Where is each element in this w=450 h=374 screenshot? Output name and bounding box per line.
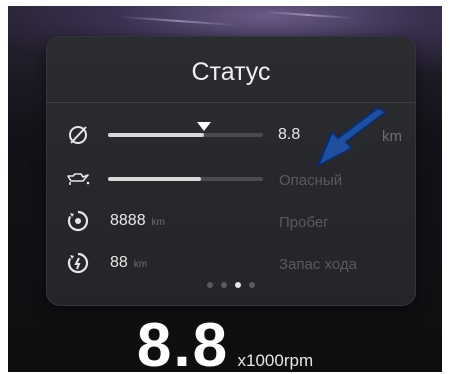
page-indicator[interactable] xyxy=(46,282,416,288)
oil-level-fill xyxy=(108,177,201,181)
rpm-value: 8.8 xyxy=(136,311,230,372)
rpm-readout: 8.8 x1000rpm xyxy=(8,310,442,372)
range-icon xyxy=(64,250,92,276)
fuel-consumption-bar xyxy=(108,122,263,137)
fuel-consumption-icon xyxy=(64,122,92,148)
odometer-value-group: 8888 km xyxy=(110,212,165,230)
title-divider xyxy=(46,102,416,103)
oil-status-label: Опасный xyxy=(279,172,343,189)
oil-level-bar xyxy=(108,177,263,181)
page-dot[interactable] xyxy=(235,282,241,288)
odometer-icon xyxy=(64,208,92,234)
annotation-arrow-icon xyxy=(317,107,387,167)
odometer-label: Пробег xyxy=(279,214,329,231)
fuel-consumption-pointer xyxy=(197,122,212,131)
page-dot[interactable] xyxy=(207,282,213,288)
oil-lamp-icon xyxy=(64,166,92,192)
range-value: 88 xyxy=(110,254,128,271)
odometer-unit: km xyxy=(151,217,165,228)
page-dot[interactable] xyxy=(221,282,227,288)
fuel-consumption-value: 8.8 xyxy=(278,126,301,143)
odometer-value: 8888 xyxy=(110,212,146,229)
rpm-unit: x1000rpm xyxy=(237,351,314,370)
page-dot[interactable] xyxy=(249,282,255,288)
range-row: 88 km Запас хода xyxy=(46,248,416,278)
instrument-cluster-screen: Статус 8.8 km Опасный 8888 km Пробег 88 … xyxy=(8,6,442,372)
range-value-group: 88 km xyxy=(110,254,147,272)
panel-title: Статус xyxy=(191,58,271,86)
fuel-consumption-fill xyxy=(108,133,205,137)
odometer-row: 8888 km Пробег xyxy=(46,206,416,236)
range-label: Запас хода xyxy=(279,256,357,273)
range-unit: km xyxy=(133,259,148,270)
